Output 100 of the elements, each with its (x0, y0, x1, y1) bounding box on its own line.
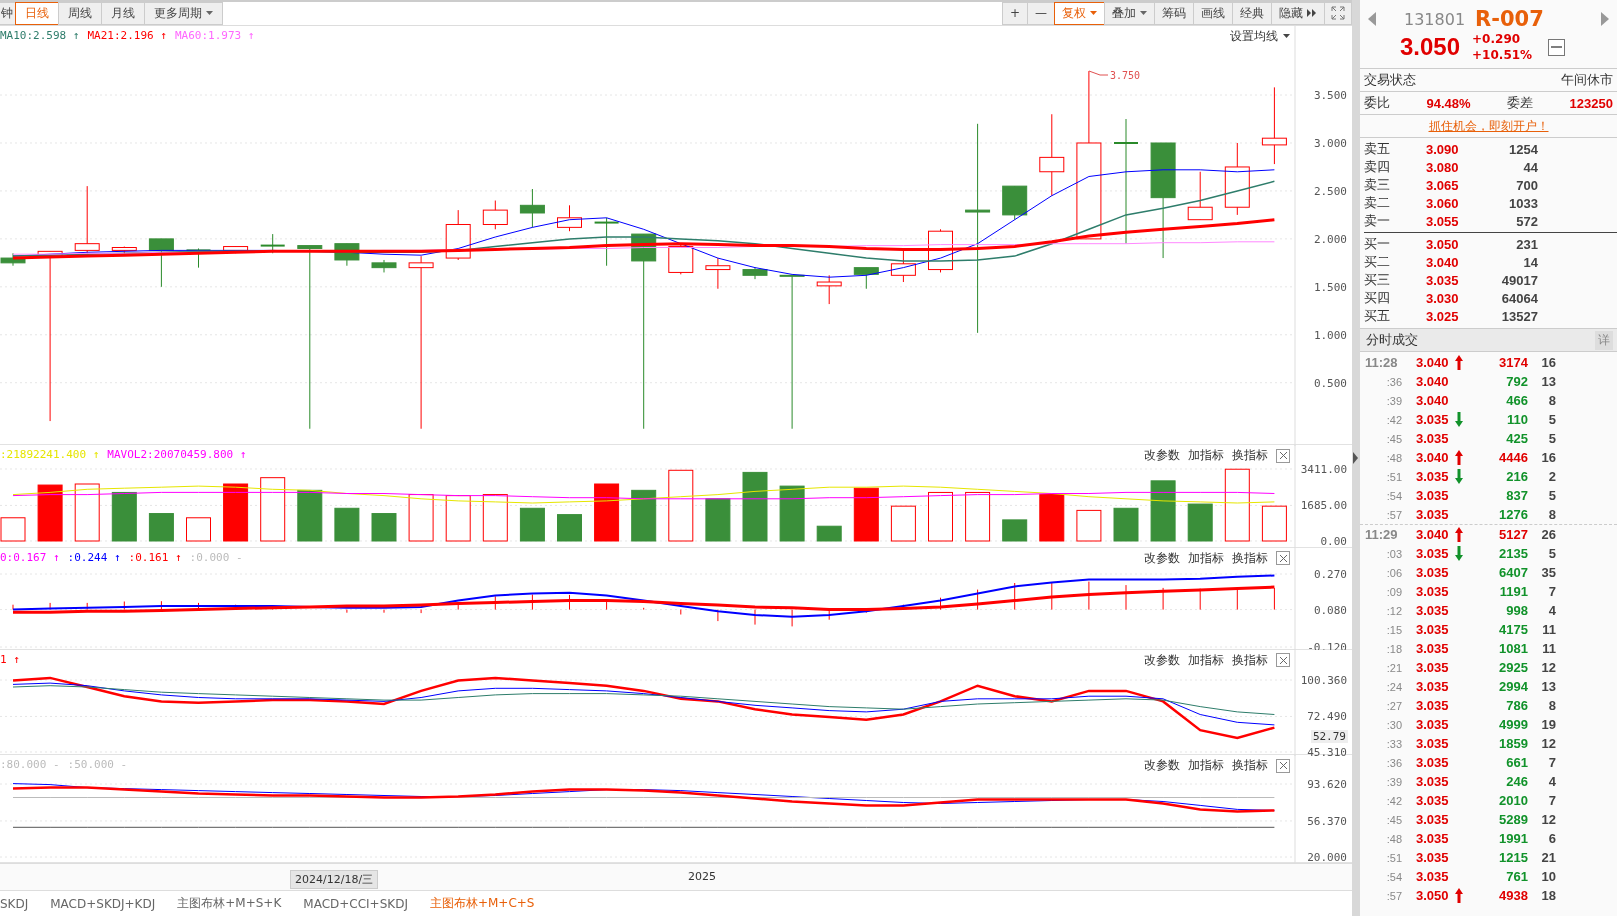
stock-name: R-007 (1475, 7, 1545, 31)
panel-button[interactable]: 加指标 (1188, 757, 1224, 775)
panel-button[interactable]: 换指标 (1232, 549, 1268, 567)
axis-label: 0.00 (1320, 535, 1347, 548)
axis-label: 3.500 (1313, 89, 1347, 102)
order-price: 3.080 (1426, 159, 1460, 175)
order-level-label: 卖三 (1364, 176, 1391, 194)
candlestick (519, 188, 545, 228)
down-arrow-icon (1455, 412, 1463, 427)
minus-icon (1551, 46, 1563, 48)
legend-text: MA10:2.598 ↑ (0, 28, 80, 42)
next-arrow-icon[interactable] (1601, 12, 1609, 26)
template-tab[interactable]: 主图布林+M+S+K (177, 895, 282, 913)
trade-time: :12 (1385, 604, 1403, 617)
period-tab[interactable]: 日线 (15, 2, 59, 25)
close-icon (1279, 656, 1287, 664)
toolbar-button[interactable]: 画线 (1193, 2, 1233, 25)
panel-button[interactable]: 改参数 (1144, 757, 1180, 775)
trade-count: 2 (1547, 469, 1556, 484)
difference-value: 123250 (1569, 95, 1613, 111)
panel-button[interactable]: 改参数 (1144, 651, 1180, 669)
close-button[interactable] (1276, 551, 1290, 566)
trade-time: :48 (1385, 832, 1403, 845)
panel-button[interactable]: 加指标 (1188, 447, 1224, 465)
candlestick (890, 249, 916, 283)
settings-dropdown[interactable]: 设置均线 (1230, 27, 1290, 45)
trade-price: 3.035 (1416, 412, 1450, 427)
order-volume: 49017 (1500, 272, 1538, 288)
trade-count: 4 (1547, 603, 1556, 618)
trade-time: :18 (1385, 642, 1403, 655)
trade-volume: 5127 (1498, 527, 1528, 542)
ratio-value: 94.48% (1426, 95, 1471, 111)
trade-volume: 1081 (1498, 641, 1528, 656)
fullscreen-button[interactable] (1324, 2, 1352, 25)
toolbar-button[interactable]: 隐藏 (1271, 2, 1325, 25)
period-tab[interactable]: 更多周期 (144, 2, 223, 25)
trade-volume: 4446 (1498, 450, 1528, 465)
collapse-button[interactable] (1548, 38, 1566, 56)
order-level-label: 买三 (1364, 271, 1391, 289)
trade-price: 3.035 (1416, 869, 1450, 884)
close-button[interactable] (1276, 653, 1290, 668)
panel-button[interactable]: 加指标 (1188, 549, 1224, 567)
trade-volume: 786 (1505, 698, 1528, 713)
trade-time: :36 (1385, 756, 1403, 769)
panel-button[interactable]: 改参数 (1144, 447, 1180, 465)
trade-count: 16 (1540, 450, 1556, 465)
trade-time: :15 (1385, 623, 1403, 636)
candlestick (371, 259, 397, 273)
previous-arrow-icon[interactable] (1368, 12, 1376, 26)
template-tab[interactable]: MACD+CCI+SKDJ (303, 896, 408, 911)
panel-button[interactable]: 改参数 (1144, 549, 1180, 567)
order-price: 3.040 (1426, 254, 1460, 270)
candlestick (1187, 171, 1213, 221)
period-tab[interactable]: 周线 (58, 2, 102, 25)
trade-count: 35 (1540, 565, 1556, 580)
panel-button[interactable]: 换指标 (1232, 651, 1268, 669)
toolbar-button[interactable]: + (1001, 2, 1028, 25)
template-tab[interactable]: MACD+SKDJ+KDJ (50, 896, 156, 911)
order-level-label: 买四 (1364, 289, 1391, 307)
trade-price: 3.035 (1416, 584, 1450, 599)
trade-count: 13 (1540, 374, 1556, 389)
trade-count: 5 (1547, 412, 1556, 427)
order-volume: 231 (1515, 236, 1538, 252)
panel-button[interactable]: 加指标 (1188, 651, 1224, 669)
axis-label: 2.500 (1313, 184, 1347, 198)
template-tab[interactable]: SKDJ (0, 896, 29, 911)
period-tab[interactable]: 月线 (101, 2, 145, 25)
difference-label: 委差 (1507, 94, 1534, 112)
order-volume: 1254 (1508, 141, 1538, 157)
trade-time: :39 (1385, 775, 1403, 788)
status-value: 午间休市 (1561, 71, 1613, 89)
trade-price: 3.035 (1416, 774, 1450, 789)
toolbar-button[interactable]: 复权 (1054, 2, 1105, 25)
legend-text: :0.000 - (189, 550, 243, 564)
toolbar-button[interactable]: 叠加 (1104, 2, 1155, 25)
close-button[interactable] (1276, 448, 1290, 463)
collapse-handle-icon[interactable] (1353, 452, 1358, 464)
close-button[interactable] (1276, 758, 1290, 773)
legend-text: 0:0.167 ↑ (0, 550, 60, 564)
panel-button[interactable]: 换指标 (1232, 447, 1268, 465)
toolbar-button[interactable]: 筹码 (1154, 2, 1194, 25)
panel-button[interactable]: 换指标 (1232, 757, 1268, 775)
toolbar-button[interactable]: — (1027, 2, 1055, 25)
trade-time: :54 (1385, 870, 1403, 883)
template-tab[interactable]: 主图布林+M+C+S (429, 895, 535, 913)
trade-volume: 837 (1505, 488, 1528, 503)
double-arrow-icon (1307, 9, 1317, 18)
trade-volume: 2925 (1498, 660, 1528, 675)
down-arrow-icon (1455, 546, 1463, 561)
order-price: 3.060 (1426, 195, 1460, 211)
period-tab[interactable]: 钟 (0, 2, 16, 25)
fullscreen-icon (1331, 6, 1345, 21)
trade-time: :45 (1385, 432, 1403, 445)
trade-count: 8 (1547, 698, 1556, 713)
close-icon (1279, 452, 1287, 460)
leader-line (1088, 70, 1109, 76)
trade-price: 3.035 (1416, 507, 1450, 522)
trade-time: :21 (1385, 661, 1403, 674)
legend-text: :0.161 ↑ (128, 550, 182, 564)
toolbar-button[interactable]: 经典 (1232, 2, 1272, 25)
